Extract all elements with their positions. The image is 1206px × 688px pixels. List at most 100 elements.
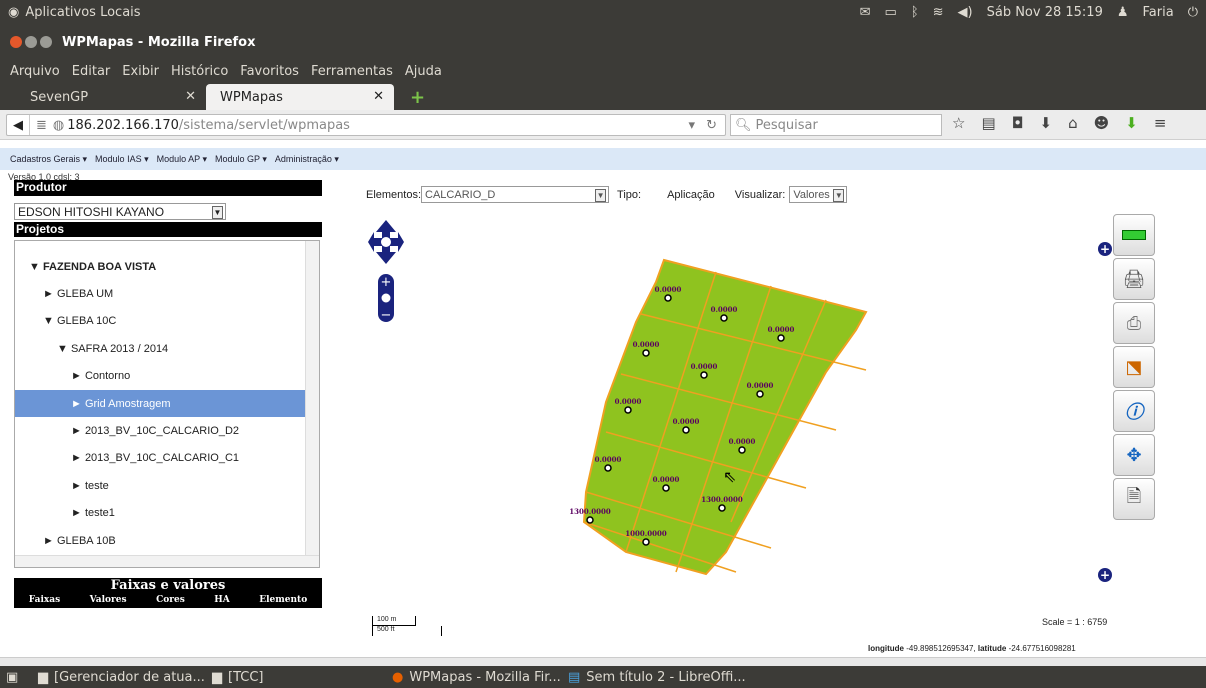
back-button[interactable]: ◀ (7, 115, 30, 135)
measure-button[interactable]: ⬔ (1113, 346, 1155, 388)
menu-modulo-gp[interactable]: Modulo GP ▾ (215, 154, 267, 165)
tree-item[interactable]: ► Grid Amostragem (15, 390, 305, 417)
produtor-select[interactable]: EDSON HITOSHI KAYANO ▼ (14, 203, 226, 220)
info-tool-button[interactable]: ⓘ (1113, 390, 1155, 432)
sample-point (738, 446, 746, 454)
tree-item[interactable]: ► GLEBA UM (15, 280, 305, 307)
maximize-window-button[interactable] (40, 36, 52, 48)
menu-ferramentas[interactable]: Ferramentas (311, 64, 393, 79)
menu-administracao[interactable]: Administração ▾ (275, 154, 339, 165)
page-horizontal-scrollbar[interactable] (0, 657, 1206, 666)
menu-editar[interactable]: Editar (72, 64, 111, 79)
tree-item[interactable]: ► teste1 (15, 500, 305, 527)
tree-item[interactable]: ► Contorno (15, 363, 305, 390)
chevron-down-icon: ▼ (212, 206, 223, 219)
wifi-icon[interactable]: ≋ (933, 5, 944, 20)
close-tab-icon[interactable]: ✕ (185, 89, 196, 104)
tree-item[interactable]: ► 2013_BV_10C_CALCARIO_D2 (15, 417, 305, 444)
page-info-icon[interactable]: ≣ (30, 118, 53, 133)
tab-wpmapas[interactable]: WPMapas ✕ (206, 84, 394, 110)
dropdown-arrow-icon[interactable]: ▾ (688, 118, 695, 133)
menu-cadastros-gerais[interactable]: Cadastros Gerais ▾ (10, 154, 87, 165)
battery-icon[interactable]: ▭ (885, 5, 897, 20)
expand-overview-icon[interactable]: + (1098, 568, 1112, 582)
app-launcher[interactable]: ◉ Aplicativos Locais (8, 5, 141, 20)
hamburger-menu-icon[interactable]: ≡ (1154, 114, 1167, 132)
tree-item[interactable]: ▼ GLEBA 10C (15, 308, 305, 335)
tree-vertical-scrollbar[interactable] (305, 241, 319, 555)
sample-point (662, 484, 670, 492)
sample-point (624, 406, 632, 414)
printer-pdf-icon: 🖨︎ (1122, 268, 1146, 290)
bookmarks-icon[interactable]: ▤ (981, 114, 995, 132)
mouse-coordinates: longitude -49.898512695347, latitude -24… (868, 644, 1076, 653)
search-box[interactable]: 🔍︎ Pesquisar (730, 114, 942, 136)
faixas-col-valores: Valores (89, 595, 127, 605)
new-tab-button[interactable]: + (396, 84, 426, 110)
ubuntu-logo-icon: ◉ (8, 4, 20, 20)
power-icon[interactable]: ⏻ (1188, 5, 1198, 20)
faixas-col-cores: Cores (156, 595, 185, 605)
printer-map-icon: ⎙ (1126, 312, 1142, 334)
task-libreoffice[interactable]: ▤ Sem título 2 - LibreOffi... (568, 666, 746, 688)
folder-icon: ▆ (38, 669, 48, 685)
map-controls-bar: Elementos: CALCARIO_D ▼ Tipo: Aplicação … (366, 186, 848, 203)
clock[interactable]: Sáb Nov 28 15:19 (987, 5, 1103, 20)
menu-modulo-ap[interactable]: Modulo AP ▾ (157, 154, 207, 165)
close-tab-icon[interactable]: ✕ (373, 89, 384, 104)
field-map[interactable]: 0.0000 0.0000 0.0000 0.0000 0.0000 0.0000 0.00… (566, 252, 876, 582)
zoom-control-icon: + − (378, 274, 394, 323)
download-icon[interactable]: ⬇ (1040, 114, 1053, 132)
show-desktop-icon[interactable]: ▣ (6, 666, 18, 688)
menu-modulo-ias[interactable]: Modulo IAS ▾ (95, 154, 149, 165)
sample-point (642, 349, 650, 357)
minimize-window-button[interactable] (25, 36, 37, 48)
elementos-select[interactable]: CALCARIO_D ▼ (421, 186, 610, 203)
search-icon: 🔍︎ (735, 117, 752, 133)
faixas-title: Faixas e valores (110, 578, 226, 593)
map-area[interactable]: Elementos: CALCARIO_D ▼ Tipo: Aplicação … (336, 170, 1206, 657)
task-gerenciador[interactable]: ▆ [Gerenciador de atua... (38, 666, 205, 688)
visualizar-select[interactable]: Valores ▼ (789, 186, 848, 203)
menu-historico[interactable]: Histórico (171, 64, 228, 79)
pan-tool-button[interactable]: ✥ (1113, 434, 1155, 476)
scale-bar-ft: 500 ft (372, 626, 442, 636)
reload-icon[interactable]: ↻ (706, 118, 717, 133)
menu-ajuda[interactable]: Ajuda (405, 64, 442, 79)
print-map-button[interactable]: ⎙ (1113, 302, 1155, 344)
scale-text: Scale = 1 : 6759 (1042, 617, 1108, 627)
bookmark-star-icon[interactable]: ☆ (952, 114, 965, 132)
tree-item[interactable]: ► GLEBA 10B (15, 527, 305, 554)
volume-icon[interactable]: ◀) (958, 5, 973, 20)
tab-sevengp[interactable]: SevenGP ✕ (16, 84, 206, 110)
addon-download-icon[interactable]: ⬇ (1125, 114, 1138, 132)
expand-toolbar-icon[interactable]: + (1098, 242, 1112, 256)
tree-item[interactable]: ▼ SAFRA 2013 / 2014 (15, 335, 305, 362)
menu-favoritos[interactable]: Favoritos (240, 64, 299, 79)
pan-zoom-control[interactable]: + − (366, 218, 406, 326)
sample-value-label: 0.0000 (673, 417, 700, 426)
menu-exibir[interactable]: Exibir (122, 64, 159, 79)
url-bar[interactable]: ◀ ≣ ◍ 186.202.166.170 /sistema/servlet/w… (6, 114, 726, 136)
tree-horizontal-scrollbar[interactable] (15, 555, 319, 567)
move-icon: ✥ (1126, 444, 1142, 466)
home-icon[interactable]: ⌂ (1068, 114, 1078, 132)
export-zip-button[interactable]: 🗎 (1113, 478, 1155, 520)
menu-arquivo[interactable]: Arquivo (10, 64, 60, 79)
close-window-button[interactable] (10, 36, 22, 48)
document-icon: ▤ (568, 669, 581, 685)
pocket-icon[interactable]: ◘ (1012, 114, 1024, 132)
sample-point (718, 504, 726, 512)
tree-item[interactable]: ▼ FAZENDA BOA VISTA (15, 253, 305, 280)
print-pdf-button[interactable]: 🖨︎ (1113, 258, 1155, 300)
tree-item[interactable]: ► teste (15, 472, 305, 499)
layer-switch-button[interactable] (1113, 214, 1155, 256)
task-wpmapas[interactable]: ● WPMapas - Mozilla Fir... (392, 666, 561, 688)
sample-point (682, 426, 690, 434)
tree-item[interactable]: ► 2013_BV_10C_CALCARIO_C1 (15, 445, 305, 472)
task-tcc[interactable]: ▆ [TCC] (212, 666, 263, 688)
user-name[interactable]: Faria (1143, 5, 1174, 20)
chat-icon[interactable]: ☻ (1094, 114, 1110, 132)
mail-icon[interactable]: ✉ (860, 5, 871, 20)
bluetooth-icon[interactable]: ᛒ (911, 5, 919, 20)
